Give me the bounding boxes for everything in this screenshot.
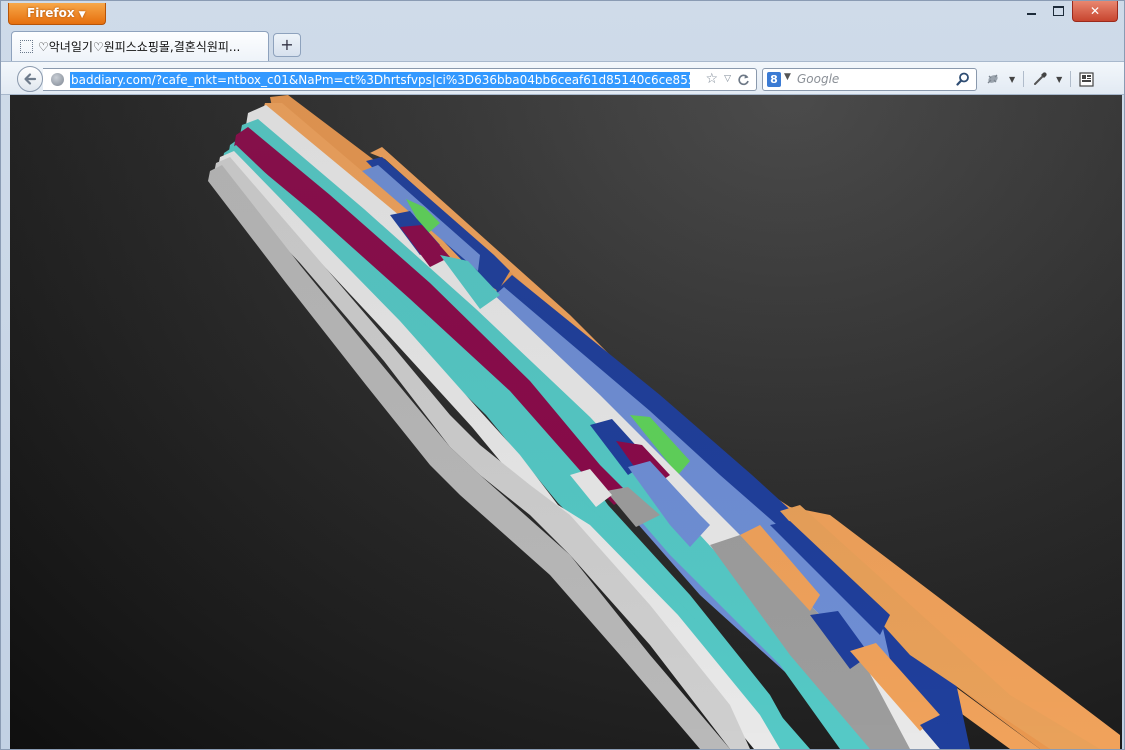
browser-window: Firefox ▼ ✕ ♡악녀일기♡원피스쇼핑몰,결혼식원피... + baddi… xyxy=(0,0,1125,750)
toolbar-separator xyxy=(1023,71,1025,87)
address-bar[interactable]: baddiary.com/?cafe_mkt=ntbox_c01&NaPm=ct… xyxy=(43,68,757,91)
bookmark-star-icon[interactable]: ☆ xyxy=(706,71,719,87)
search-engine-icon[interactable]: 8 xyxy=(767,72,781,87)
toolbar-addons: ▼ ▼ xyxy=(985,70,1094,88)
tab-title: ♡악녀일기♡원피스쇼핑몰,결혼식원피... xyxy=(38,40,241,54)
minimize-icon xyxy=(1027,13,1036,15)
plus-icon: + xyxy=(280,35,294,54)
title-bar: Firefox ▼ ✕ xyxy=(1,1,1124,31)
window-controls: ✕ xyxy=(1018,1,1118,23)
addon-gecko-icon[interactable] xyxy=(985,71,1001,87)
close-icon: ✕ xyxy=(1089,4,1101,18)
maximize-icon xyxy=(1053,6,1064,16)
search-bar[interactable]: 8 ▼ Google xyxy=(762,68,977,91)
navigation-toolbar: baddiary.com/?cafe_mkt=ntbox_c01&NaPm=ct… xyxy=(1,61,1124,95)
addon-dropdown-icon[interactable]: ▼ xyxy=(1009,75,1015,84)
site-identity-icon[interactable] xyxy=(51,73,64,86)
3d-ribbon-visualization[interactable] xyxy=(10,95,1122,749)
address-bar-actions: ☆ ▽ xyxy=(706,71,750,87)
eyedropper-dropdown-icon[interactable]: ▼ xyxy=(1056,75,1062,84)
minimize-button[interactable] xyxy=(1018,1,1045,21)
firefox-menu-label: Firefox xyxy=(27,6,75,20)
page-grid-icon[interactable] xyxy=(1079,71,1094,87)
chevron-down-icon: ▼ xyxy=(78,10,86,20)
address-bar-url[interactable]: baddiary.com/?cafe_mkt=ntbox_c01&NaPm=ct… xyxy=(70,72,690,88)
engine-dropdown-icon[interactable]: ▼ xyxy=(784,72,791,82)
close-window-button[interactable]: ✕ xyxy=(1072,1,1118,22)
eyedropper-icon[interactable] xyxy=(1032,71,1048,87)
search-icon[interactable] xyxy=(956,72,970,86)
reload-icon[interactable] xyxy=(737,73,750,86)
page-favicon-icon xyxy=(20,40,33,53)
new-tab-button[interactable]: + xyxy=(273,33,301,57)
page-content-viewport[interactable] xyxy=(10,95,1122,749)
history-dropdown-icon[interactable]: ▽ xyxy=(724,74,731,84)
back-button[interactable] xyxy=(17,66,43,92)
firefox-menu-button[interactable]: Firefox ▼ xyxy=(8,3,106,25)
search-input[interactable]: Google xyxy=(797,72,839,86)
toolbar-separator xyxy=(1070,71,1072,87)
back-arrow-icon xyxy=(24,73,37,85)
maximize-button[interactable] xyxy=(1045,1,1072,21)
tab-active[interactable]: ♡악녀일기♡원피스쇼핑몰,결혼식원피... xyxy=(11,31,269,61)
